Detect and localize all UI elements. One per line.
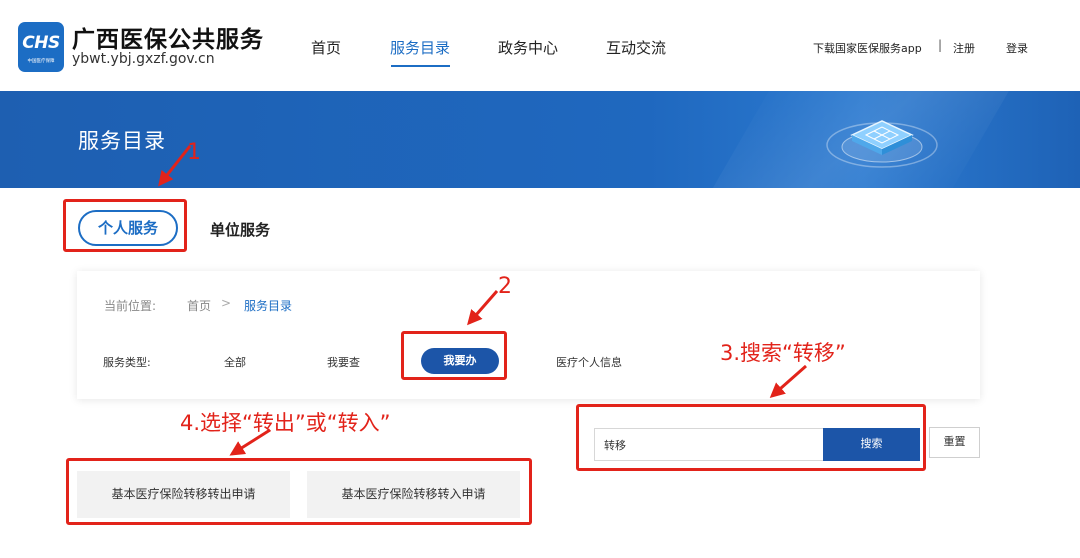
site-name[interactable]: 广西医保公共服务	[72, 20, 264, 54]
site-header: CHS 中国医疗保障 广西医保公共服务 ybwt.ybj.gxzf.gov.cn…	[0, 0, 1080, 91]
annotation-box-handle-option	[401, 331, 507, 380]
annotation-step-4: 4.选择“转出”或“转入”	[180, 411, 391, 435]
login-link[interactable]: 登录	[1006, 40, 1028, 56]
nav-interaction[interactable]: 互动交流	[606, 37, 666, 58]
tab-unit-service[interactable]: 单位服务	[210, 219, 270, 240]
breadcrumb-chevron-right-icon: >	[221, 296, 232, 310]
register-link[interactable]: 注册	[953, 40, 975, 56]
logo-text: CHS	[22, 33, 60, 53]
nav-active-underline	[391, 65, 450, 67]
chs-logo[interactable]: CHS 中国医疗保障	[18, 22, 64, 72]
breadcrumb-current[interactable]: 服务目录	[244, 297, 292, 314]
annotation-step-1: 1	[187, 140, 201, 165]
service-type-label: 服务类型:	[103, 356, 151, 369]
reset-button[interactable]: 重置	[929, 427, 980, 458]
filter-card	[77, 271, 980, 399]
page-banner: 服务目录	[0, 91, 1080, 188]
service-type-medical-personal-info[interactable]: 医疗个人信息	[556, 354, 622, 370]
service-type-query[interactable]: 我要查	[327, 354, 360, 370]
annotation-step-3: 3.搜索“转移”	[720, 341, 846, 365]
annotation-box-search	[576, 404, 926, 471]
header-separator: |	[938, 38, 943, 52]
catalog-platform-icon	[826, 120, 938, 168]
annotation-box-personal-tab	[63, 199, 187, 252]
annotation-box-results	[66, 458, 532, 525]
service-type-all[interactable]: 全部	[224, 354, 246, 370]
nav-government-center[interactable]: 政务中心	[498, 37, 558, 58]
banner-title: 服务目录	[78, 129, 166, 153]
breadcrumb-home[interactable]: 首页	[187, 297, 211, 314]
nav-home[interactable]: 首页	[311, 37, 341, 58]
logo-subtext: 中国医疗保障	[27, 58, 55, 64]
annotation-step-2: 2	[498, 274, 512, 299]
breadcrumb-label: 当前位置:	[104, 299, 157, 313]
download-app-link[interactable]: 下载国家医保服务app	[813, 40, 922, 56]
site-url: ybwt.ybj.gxzf.gov.cn	[72, 51, 215, 67]
nav-service-catalog[interactable]: 服务目录	[390, 37, 450, 58]
